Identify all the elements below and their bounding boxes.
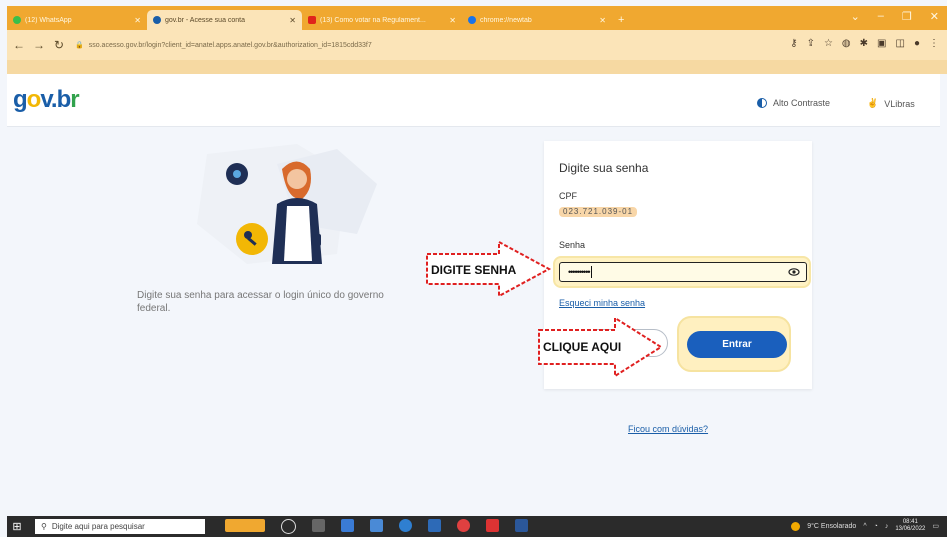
password-label: Senha: [559, 240, 586, 250]
edge-icon[interactable]: [399, 519, 412, 532]
close-icon[interactable]: ✕: [599, 16, 606, 25]
govbr-logo[interactable]: gov.br: [13, 86, 80, 114]
enter-button[interactable]: Entrar: [687, 331, 787, 358]
volume-icon[interactable]: ♪: [885, 523, 889, 530]
high-contrast-label: Alto Contraste: [773, 98, 831, 108]
tab-govbr[interactable]: gov.br - Acesse sua conta ✕: [147, 10, 302, 30]
close-icon[interactable]: ✕: [449, 16, 456, 25]
chrome-taskbar-icon[interactable]: [457, 519, 470, 532]
network-icon[interactable]: ◔: [874, 523, 878, 530]
forgot-password-link[interactable]: Esqueci minha senha: [559, 298, 645, 308]
intro-text: Digite sua senha para acessar o login ún…: [137, 290, 384, 314]
vlibras-label: VLibras: [884, 98, 915, 109]
close-icon[interactable]: ✕: [134, 16, 141, 25]
close-icon[interactable]: ✕: [289, 16, 296, 25]
forward-arrow-icon[interactable]: →: [31, 38, 47, 52]
window-controls: ⌄ – ❐ ✕: [851, 10, 939, 23]
mail-icon[interactable]: [428, 519, 441, 532]
minimize-icon[interactable]: –: [878, 10, 884, 23]
menu-icon[interactable]: ⋮: [929, 38, 939, 49]
eye-icon[interactable]: [788, 266, 800, 278]
contrast-icon: [757, 98, 767, 108]
address-bar[interactable]: 🔒 sso.acesso.gov.br/login?client_id=anat…: [75, 35, 595, 55]
app-icon[interactable]: [486, 519, 499, 532]
govbr-favicon-icon: [153, 16, 161, 24]
chevron-down-icon[interactable]: ⌄: [851, 10, 860, 23]
clock-time: 08:41: [902, 519, 918, 525]
lock-icon: 🔒: [75, 42, 84, 49]
puzzle-icon[interactable]: ✱: [860, 38, 868, 49]
tab-title: chrome://newtab: [480, 16, 532, 24]
tab-newtab[interactable]: chrome://newtab ✕: [462, 10, 612, 30]
star-icon[interactable]: ☆: [824, 38, 833, 49]
tab-title: (13) Como votar na Regulament...: [320, 16, 426, 24]
url-text: sso.acesso.gov.br/login?client_id=anatel…: [88, 41, 372, 49]
bookmarks-bar: [7, 60, 947, 74]
weather-text[interactable]: 9°C Ensolarado: [807, 523, 856, 530]
word-icon[interactable]: [515, 519, 528, 532]
notifications-icon[interactable]: ▭: [932, 522, 939, 530]
reload-icon[interactable]: ↻: [51, 38, 67, 52]
chrome-icon: [468, 16, 476, 24]
tab-youtube[interactable]: (13) Como votar na Regulament... ✕: [302, 10, 462, 30]
help-link[interactable]: Ficou com dúvidas?: [628, 424, 708, 434]
high-contrast-toggle[interactable]: Alto Contraste: [757, 98, 830, 108]
page-header: gov.br Alto Contraste ✌ VLibras: [7, 74, 940, 127]
browser-tabstrip: (12) WhatsApp ✕ gov.br - Acesse sua cont…: [7, 6, 947, 30]
windows-start-icon[interactable]: ⊞: [7, 520, 27, 533]
back-arrow-icon[interactable]: ←: [11, 38, 27, 52]
store-icon[interactable]: [341, 519, 354, 532]
news-widget-icon[interactable]: [225, 519, 265, 532]
card-title: Digite sua senha: [559, 161, 649, 175]
cortana-icon[interactable]: [281, 519, 296, 534]
windows-taskbar: ⊞ ⚲ Digite aqui para pesquisar 9°C Ensol…: [7, 516, 947, 537]
clock-date: 13/06/2022: [895, 526, 926, 532]
text-cursor: [590, 266, 592, 278]
extension-icon[interactable]: ◍: [842, 38, 851, 49]
youtube-icon: [308, 16, 316, 24]
extension-icons: ⚷ ⇪ ☆ ◍ ✱ ▣ ◫ ● ⋮: [790, 38, 939, 49]
tab-title: (12) WhatsApp: [25, 16, 72, 24]
system-tray: 9°C Ensolarado ^ ◔ ♪ 08:41 13/06/2022 ▭: [791, 519, 939, 533]
govbr-login-page: gov.br Alto Contraste ✌ VLibras Digite s…: [7, 74, 940, 516]
taskbar-search[interactable]: ⚲ Digite aqui para pesquisar: [35, 519, 205, 534]
tab-search-icon[interactable]: ▣: [877, 38, 886, 49]
browser-toolbar: ← → ↻ 🔒 sso.acesso.gov.br/login?client_i…: [7, 30, 947, 60]
key-icon: [236, 223, 268, 255]
cpf-label: CPF: [559, 191, 577, 201]
password-field[interactable]: ••••••••••: [559, 262, 807, 282]
close-window-icon[interactable]: ✕: [930, 10, 939, 23]
cpf-value: 023.721.039-01: [559, 207, 638, 217]
chevron-up-icon[interactable]: ^: [863, 523, 866, 530]
key-icon[interactable]: ⚷: [790, 38, 797, 49]
hands-icon: ✌: [867, 98, 879, 108]
search-placeholder: Digite aqui para pesquisar: [51, 522, 145, 531]
task-view-icon[interactable]: [312, 519, 325, 532]
maximize-icon[interactable]: ❐: [902, 10, 912, 23]
search-icon: ⚲: [41, 522, 47, 531]
whatsapp-icon: [13, 16, 21, 24]
password-value: ••••••••••: [568, 267, 590, 277]
sidebar-icon[interactable]: ◫: [896, 38, 905, 49]
tab-title: gov.br - Acesse sua conta: [165, 16, 246, 24]
profile-icon[interactable]: ●: [914, 38, 920, 49]
weather-icon: [791, 521, 801, 531]
tab-whatsapp[interactable]: (12) WhatsApp ✕: [7, 10, 147, 30]
vlibras-link[interactable]: ✌ VLibras: [867, 98, 915, 109]
annotation-type-password: DIGITE SENHA: [431, 263, 517, 277]
login-illustration: [197, 144, 377, 264]
clock[interactable]: 08:41 13/06/2022: [895, 519, 925, 533]
new-tab-button[interactable]: +: [612, 10, 636, 30]
taskbar-apps: [225, 519, 528, 534]
annotation-click-here: CLIQUE AQUI: [543, 340, 622, 354]
share-icon[interactable]: ⇪: [807, 38, 815, 49]
explorer-icon[interactable]: [370, 519, 383, 532]
